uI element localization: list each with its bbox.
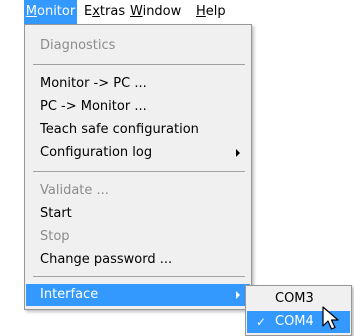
menu-extras-label: tras [99,4,126,19]
menu-item-change-password[interactable]: Change password ... [26,249,250,271]
checkmark-icon: ✓ [256,315,267,329]
menu-item-configuration-log-label: Configuration log [40,145,153,160]
menu-window-label: indow [142,4,182,19]
menu-item-diagnostics[interactable]: Diagnostics [26,35,250,57]
menu-help-label: elp [205,4,226,19]
menu-item-monitor-to-pc[interactable]: Monitor -> PC ... [26,73,250,95]
menu-item-pc-to-monitor[interactable]: PC -> Monitor ... [26,96,250,118]
menu-item-stop[interactable]: Stop [26,226,250,248]
menu-extras-mnemonic: x [92,4,100,19]
submenu-item-com4-label: COM4 [275,314,314,329]
menu-item-start[interactable]: Start [26,203,250,225]
menu-separator [33,64,245,65]
menu-help-mnemonic: H [196,4,206,19]
menu-extras-pre: E [84,4,93,19]
menu-monitor-mnemonic: M [25,4,37,19]
menu-help[interactable]: Help [196,0,226,24]
menu-item-interface-label: Interface [40,287,99,302]
menu-bar: Monitor Extras Window Help [0,0,354,24]
menu-item-configuration-log[interactable]: Configuration log [26,142,250,164]
submenu-arrow-icon [236,291,240,299]
menu-monitor[interactable]: Monitor [24,0,77,24]
menu-window-mnemonic: W [130,4,143,19]
menu-extras[interactable]: Extras [84,0,125,24]
menu-separator [33,171,245,172]
menu-monitor-label: onitor [37,4,76,19]
submenu-item-com3-label: COM3 [275,291,314,306]
menu-separator [33,276,245,277]
menu-window[interactable]: Window [130,0,181,24]
mouse-pointer-icon [322,306,339,330]
menu-item-teach-safe-configuration[interactable]: Teach safe configuration [26,119,250,141]
submenu-arrow-icon [236,149,240,157]
menu-item-interface[interactable]: Interface [26,284,250,306]
menu-item-validate[interactable]: Validate ... [26,180,250,202]
monitor-dropdown-menu: Diagnostics Monitor -> PC ... PC -> Moni… [24,24,252,310]
